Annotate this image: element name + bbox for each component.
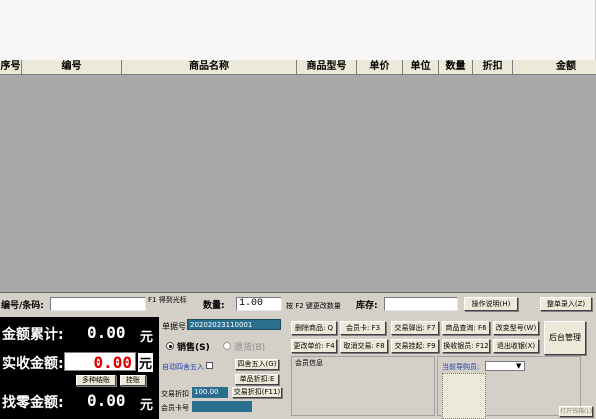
guide-label: 当前导购员:	[442, 363, 480, 371]
trade-discount-label: 交易折扣	[161, 390, 189, 398]
guide-list[interactable]	[442, 373, 486, 419]
chevron-down-icon[interactable]: ▼	[516, 362, 521, 370]
col-header-name[interactable]: 商品名称	[122, 60, 297, 74]
received-value: 0.00	[93, 353, 132, 372]
manual-button[interactable]: 操作说明(H)	[464, 297, 518, 311]
qty-input[interactable]: 1.00	[236, 297, 282, 311]
f2-hint: 按 F2 键更改数量	[286, 302, 341, 310]
code-label: 编号/条码:	[1, 301, 44, 311]
return-radio[interactable]	[223, 342, 231, 350]
total-label: 金额累计:	[2, 327, 64, 343]
batch-entry-button[interactable]: 整单录入(Z)	[540, 297, 592, 311]
col-header-code[interactable]: 编号	[22, 60, 122, 74]
open-drawer-button[interactable]: 打开钱箱(L)	[559, 406, 593, 417]
col-header-qty[interactable]: 数量	[439, 60, 473, 74]
col-header-unit[interactable]: 单位	[403, 60, 439, 74]
summary-panel: 金额累计: 0.00 元 实收金额: 0.00 元 多种结账 挂账 找零金额: …	[0, 317, 159, 419]
multi-settle-button[interactable]: 多种结账	[76, 375, 116, 386]
sales-grid-body[interactable]	[0, 75, 596, 293]
backend-manage-button[interactable]: 后台管理	[544, 321, 586, 355]
received-unit: 元	[138, 353, 154, 372]
change-model-button[interactable]: 改变型号(W)	[493, 321, 539, 335]
sales-grid-header: 序号 编号 商品名称 商品型号 单价 单位 数量 折扣 金额	[0, 60, 596, 75]
auto-round-checkbox[interactable]	[206, 362, 213, 369]
actions-panel: 删除商品: Q 会员卡: F3 交易弹出: F7 商品查询: F6 改变型号(W…	[287, 317, 596, 419]
change-unit: 元	[140, 398, 154, 413]
sale-radio[interactable]	[166, 342, 174, 350]
trade-discount-field[interactable]: 100.00	[192, 387, 228, 398]
col-header-discount[interactable]: 折扣	[473, 60, 513, 74]
f1-hint: F1 得到光标	[148, 296, 187, 304]
change-label: 找零金额:	[2, 395, 64, 411]
product-query-button[interactable]: 商品查询: F6	[442, 321, 490, 335]
stock-label: 库存:	[356, 301, 378, 311]
receipt-label: 单据号	[162, 322, 186, 331]
change-value: 0.00	[87, 391, 126, 410]
col-header-amount[interactable]: 金额	[513, 60, 596, 74]
qty-label: 数量:	[203, 301, 225, 311]
cancel-trade-button[interactable]: 取消交易: F8	[340, 339, 388, 353]
member-info-label: 会员信息	[295, 359, 323, 367]
change-price-button[interactable]: 更改单价: F4	[291, 339, 337, 353]
switch-cashier-button[interactable]: 换收银员: F12	[442, 339, 490, 353]
member-card-field[interactable]	[192, 401, 252, 412]
total-value: 0.00	[87, 323, 126, 342]
col-header-price[interactable]: 单价	[357, 60, 403, 74]
total-unit: 元	[140, 330, 154, 345]
receipt-number-field: 20202023110001	[187, 319, 281, 330]
hang-button[interactable]: 挂账	[120, 375, 146, 386]
input-bar: 编号/条码: F1 得到光标 数量: 1.00 按 F2 键更改数量 库存: 操…	[0, 293, 596, 317]
trade-discount-button[interactable]: 交易折扣(F11)	[232, 387, 282, 398]
member-info-box: 会员信息	[291, 356, 435, 416]
col-header-index[interactable]: 序号	[0, 60, 22, 74]
stock-field	[384, 297, 458, 311]
item-discount-button[interactable]: 单品折扣:E	[235, 374, 279, 385]
received-label: 实收金额:	[2, 356, 64, 372]
received-input[interactable]: 0.00	[64, 352, 136, 372]
delete-item-button[interactable]: 删除商品: Q	[291, 321, 337, 335]
exit-cashier-button[interactable]: 退出收银(X)	[493, 339, 539, 353]
code-input[interactable]	[50, 297, 146, 311]
member-card-label: 会员卡号	[161, 404, 189, 412]
col-header-model[interactable]: 商品型号	[297, 60, 357, 74]
auto-round-label: 自动四舍五入	[162, 363, 204, 371]
sale-label: 销售(S)	[177, 343, 210, 353]
round-button[interactable]: 四舍五入(G)	[235, 359, 279, 370]
trade-popup-button[interactable]: 交易弹出: F7	[391, 321, 439, 335]
trade-hang-button[interactable]: 交易挂起: F9	[391, 339, 439, 353]
member-card-button[interactable]: 会员卡: F3	[340, 321, 386, 335]
return-label: 退货(B)	[234, 343, 266, 353]
top-display-area	[0, 0, 596, 60]
sale-options-panel: 单据号 20202023110001 销售(S) 退货(B) 自动四舍五入 四舍…	[159, 317, 287, 419]
